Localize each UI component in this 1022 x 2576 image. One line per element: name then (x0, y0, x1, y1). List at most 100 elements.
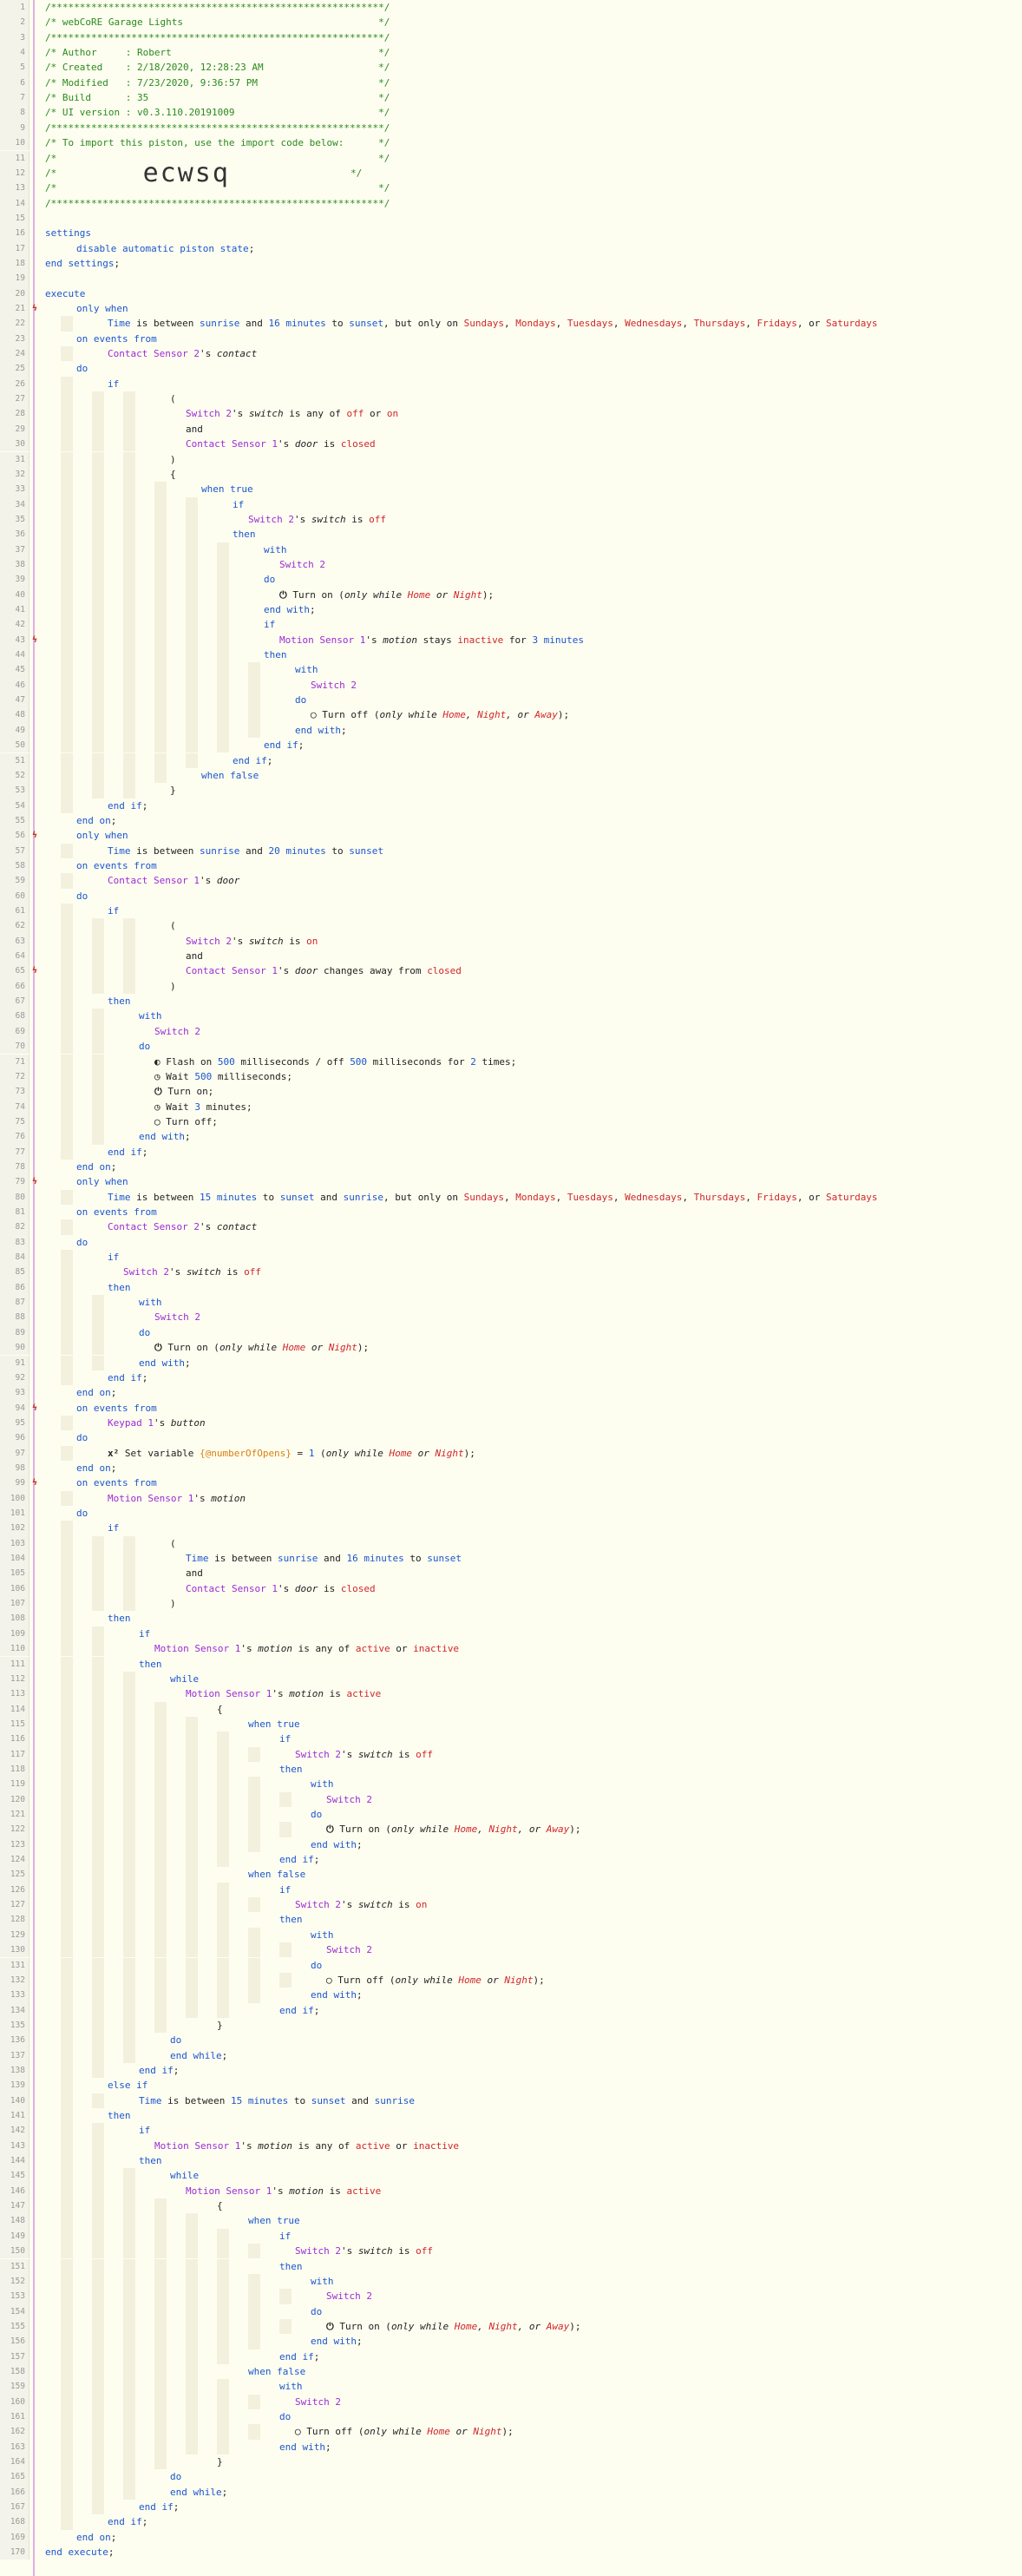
code-line[interactable]: 130 Switch 2 (0, 1942, 1022, 1958)
code-line[interactable]: 34 if (0, 496, 1022, 512)
code-line[interactable]: 162 ◯ Turn off (only while Home or Night)… (0, 2424, 1022, 2440)
code-line[interactable]: 164} (0, 2454, 1022, 2470)
code-line[interactable]: 122 ⏻ Turn on (only while Home, Night, or… (0, 1822, 1022, 1837)
code-line[interactable]: 135} (0, 2017, 1022, 2034)
code-line[interactable]: 98 end on; (0, 1460, 1022, 1476)
code-line[interactable]: 55 end on; (0, 812, 1022, 829)
code-line[interactable]: 7 /* Build : 35 */ (0, 90, 1022, 106)
code-line[interactable]: 108 then (0, 1611, 1022, 1626)
code-line[interactable]: 48 ◯ Turn off (only while Home, Night, or… (0, 707, 1022, 723)
code-line[interactable]: 32 { (0, 466, 1022, 483)
code-line[interactable]: 127 Switch 2's switch is on (0, 1897, 1022, 1913)
code-line[interactable]: 141 then (0, 2108, 1022, 2124)
code-line[interactable]: 29 and (0, 421, 1022, 437)
code-line[interactable]: 26 if (0, 376, 1022, 392)
code-line[interactable]: 44 then (0, 647, 1022, 663)
code-line[interactable]: 28 Switch 2's switch is any of off or on (0, 406, 1022, 422)
code-line[interactable]: 38 Switch 2 (0, 556, 1022, 573)
code-line[interactable]: 61 if (0, 904, 1022, 919)
code-line[interactable]: 49 end with; (0, 722, 1022, 739)
code-line[interactable]: 21 ϟ only when (0, 301, 1022, 317)
code-line[interactable]: 74 ◷ Wait 3 minutes; (0, 1099, 1022, 1114)
code-line[interactable]: 66) (0, 978, 1022, 995)
code-line[interactable]: 90 ⏻ Turn on (only while Home or Night); (0, 1340, 1022, 1356)
code-line[interactable]: 93 end on; (0, 1385, 1022, 1401)
code-line[interactable]: 40 ⏻ Turn on (only while Home or Night); (0, 587, 1022, 602)
code-line[interactable]: 167 end if; (0, 2500, 1022, 2515)
code-line[interactable]: 149 if (0, 2228, 1022, 2244)
code-line[interactable]: 54 end if; (0, 798, 1022, 813)
code-line[interactable]: 64 and (0, 949, 1022, 964)
code-line[interactable]: 123 end with; (0, 1837, 1022, 1853)
code-line[interactable]: 105 and (0, 1566, 1022, 1581)
code-line[interactable]: 155 ⏻ Turn on (only while Home, Night, or… (0, 2318, 1022, 2335)
code-line[interactable]: 47 do (0, 693, 1022, 708)
code-line[interactable]: 73 ⏻ Turn on; (0, 1084, 1022, 1100)
code-line[interactable]: 20 execute (0, 286, 1022, 301)
code-line[interactable]: 148 when true (0, 2213, 1022, 2229)
code-line[interactable]: 56 ϟ only when (0, 828, 1022, 844)
code-line[interactable]: 121 do (0, 1807, 1022, 1823)
code-line[interactable]: 79 ϟ only when (0, 1174, 1022, 1190)
code-line[interactable]: 158 when false (0, 2363, 1022, 2380)
code-line[interactable]: 103 ( (0, 1535, 1022, 1552)
code-line[interactable]: 132 ◯ Turn off (only while Home or Night)… (0, 1972, 1022, 1988)
code-line[interactable]: 100 Motion Sensor 1's motion (0, 1490, 1022, 1506)
code-line[interactable]: 136 do (0, 2033, 1022, 2048)
code-line[interactable]: 58 on events from (0, 858, 1022, 874)
code-line[interactable]: 23 on events from (0, 331, 1022, 347)
code-line[interactable]: 36 then (0, 527, 1022, 542)
code-line[interactable]: 17 disable automatic piston state; (0, 240, 1022, 256)
code-line[interactable]: 165 do (0, 2469, 1022, 2485)
code-line[interactable]: 45 with (0, 662, 1022, 678)
code-line[interactable]: 129 with (0, 1927, 1022, 1943)
code-line[interactable]: 116 if (0, 1732, 1022, 1747)
code-line[interactable]: 91 end with; (0, 1355, 1022, 1370)
code-line[interactable]: 50 end if; (0, 738, 1022, 753)
code-line[interactable]: 75 ◯ Turn off; (0, 1114, 1022, 1130)
code-line[interactable]: 80 Time is between 15 minutes to sunset a… (0, 1189, 1022, 1205)
code-line[interactable]: 39 do (0, 572, 1022, 588)
code-line[interactable]: 117 Switch 2's switch is off (0, 1746, 1022, 1762)
code-line[interactable]: 4 /* Author : Robert */ (0, 45, 1022, 61)
code-line[interactable]: 145 while (0, 2168, 1022, 2184)
code-line[interactable]: 69 Switch 2 (0, 1023, 1022, 1040)
code-line[interactable]: 111 then (0, 1656, 1022, 1672)
code-line[interactable]: 86 then (0, 1279, 1022, 1296)
code-line[interactable]: 67 then (0, 994, 1022, 1009)
code-line[interactable]: 84 if (0, 1250, 1022, 1265)
code-line[interactable]: 168 end if; (0, 2514, 1022, 2530)
code-line[interactable]: 62 ( (0, 918, 1022, 934)
code-line[interactable]: 119 with (0, 1777, 1022, 1792)
code-line[interactable]: 31) (0, 451, 1022, 467)
code-line[interactable]: 43 ϟ Motion Sensor 1's motion stays inacti… (0, 632, 1022, 648)
code-line[interactable]: 85 Switch 2's switch is off (0, 1265, 1022, 1280)
code-line[interactable]: 46 Switch 2 (0, 677, 1022, 693)
code-line[interactable]: 153 Switch 2 (0, 2289, 1022, 2304)
code-line[interactable]: 27 ( (0, 391, 1022, 407)
code-line[interactable]: 109 if (0, 1626, 1022, 1642)
code-line[interactable]: 37 with (0, 542, 1022, 557)
code-line[interactable]: 1 /**************************************… (0, 0, 1022, 16)
code-line[interactable]: 72 ◷ Wait 500 milliseconds; (0, 1068, 1022, 1085)
code-line[interactable]: 53} (0, 783, 1022, 798)
code-line[interactable]: 8 /* UI version : v0.3.110.20191009 */ (0, 105, 1022, 121)
code-line[interactable]: 15 (0, 210, 1022, 227)
code-line[interactable]: 151 then (0, 2258, 1022, 2274)
code-line[interactable]: 118 then (0, 1761, 1022, 1778)
code-line[interactable]: 113 Motion Sensor 1's motion is active (0, 1686, 1022, 1702)
code-line[interactable]: 16 settings (0, 226, 1022, 241)
code-line[interactable]: 87 with (0, 1295, 1022, 1311)
code-line[interactable]: 101 do (0, 1506, 1022, 1521)
code-line[interactable]: 68 with (0, 1009, 1022, 1024)
code-line[interactable]: 157 end if; (0, 2349, 1022, 2364)
code-line[interactable]: 161 do (0, 2409, 1022, 2425)
code-line[interactable]: 147 { (0, 2198, 1022, 2214)
code-line[interactable]: 160 Switch 2 (0, 2394, 1022, 2409)
code-line[interactable]: 143 Motion Sensor 1's motion is any of ac… (0, 2138, 1022, 2154)
code-line[interactable]: 83 do (0, 1234, 1022, 1251)
code-line[interactable]: 70 do (0, 1039, 1022, 1055)
code-line[interactable]: 10 /* To import this piston, use the impo… (0, 135, 1022, 151)
code-line[interactable]: 71 ◐ Flash on 500 milliseconds / off 500 … (0, 1054, 1022, 1069)
code-line[interactable]: 81 on events from (0, 1205, 1022, 1220)
